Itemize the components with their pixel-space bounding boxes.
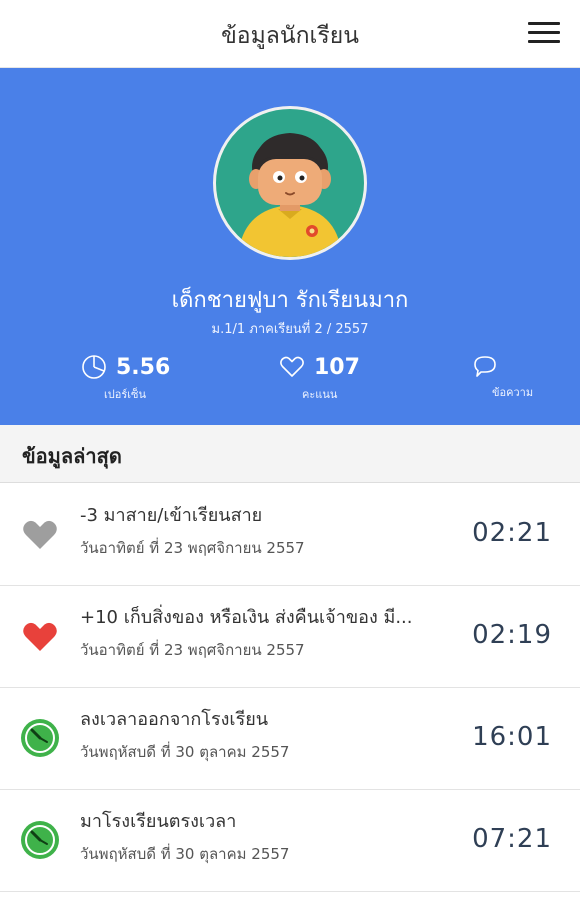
hamburger-menu-icon[interactable] (528, 20, 560, 46)
class-term: ม.1/1 ภาคเรียนที่ 2 / 2557 (211, 322, 369, 337)
clock-green-icon (20, 820, 60, 860)
stat-score[interactable]: 107 คะแนน (278, 353, 360, 413)
item-text: -3 มาสาย/เข้าเรียนสาย (80, 505, 263, 526)
latest-section-title: ข้อมูลล่าสุด (22, 444, 122, 468)
percent-value: 5.56 (116, 354, 171, 380)
pie-chart-icon (82, 355, 106, 379)
list-item[interactable]: -3 มาสาย/เข้าเรียนสาย วันอาทิตย์ ที่ 23 … (0, 484, 580, 586)
profile-header: เด็กชายฟูบา รักเรียนมาก ม.1/1 ภาคเรียนที… (0, 68, 580, 425)
list-item[interactable]: มาโรงเรียนตรงเวลา วันพฤหัสบดี ที่ 30 ตุล… (0, 790, 580, 892)
percent-label: เปอร์เซ็น (104, 388, 147, 401)
stat-percent[interactable]: 5.56 เปอร์เซ็น (80, 353, 170, 413)
latest-section-header: ข้อมูลล่าสุด (0, 425, 580, 483)
score-label: คะแนน (302, 388, 338, 401)
item-text: +10 เก็บสิ่งของ หรือเงิน ส่งคืนเจ้าของ ม… (80, 607, 413, 628)
list-item[interactable]: +10 เก็บสิ่งของ หรือเงิน ส่งคืนเจ้าของ ม… (0, 586, 580, 688)
list-item[interactable]: ลงเวลาออกจากโรงเรียน วันพฤหัสบดี ที่ 30 … (0, 688, 580, 790)
page-title: ข้อมูลนักเรียน (221, 23, 359, 49)
top-bar: ข้อมูลนักเรียน (0, 0, 580, 68)
heart-gray-icon (20, 514, 60, 554)
student-avatar-icon (238, 133, 342, 257)
clock-green-icon (20, 718, 60, 758)
score-value: 107 (314, 354, 360, 380)
chat-bubble-icon (474, 356, 496, 377)
student-name: เด็กชายฟูบา รักเรียนมาก (171, 288, 409, 313)
heart-outline-icon (280, 356, 304, 377)
messages-label: ข้อความ (492, 386, 534, 399)
item-time: 07:21 (472, 824, 552, 854)
item-date: วันพฤหัสบดี ที่ 30 ตุลาคม 2557 (80, 743, 290, 761)
item-time: 16:01 (472, 722, 552, 752)
item-text: ลงเวลาออกจากโรงเรียน (80, 709, 269, 730)
item-date: วันพฤหัสบดี ที่ 30 ตุลาคม 2557 (80, 845, 290, 863)
item-time: 02:19 (472, 620, 552, 650)
item-text: มาโรงเรียนตรงเวลา (80, 811, 237, 832)
heart-red-icon (20, 616, 60, 656)
item-time: 02:21 (472, 518, 552, 548)
item-date: วันอาทิตย์ ที่ 23 พฤศจิกายน 2557 (80, 539, 305, 557)
stat-messages[interactable]: ข้อความ (472, 353, 533, 413)
item-date: วันอาทิตย์ ที่ 23 พฤศจิกายน 2557 (80, 641, 305, 659)
avatar[interactable] (213, 106, 367, 260)
